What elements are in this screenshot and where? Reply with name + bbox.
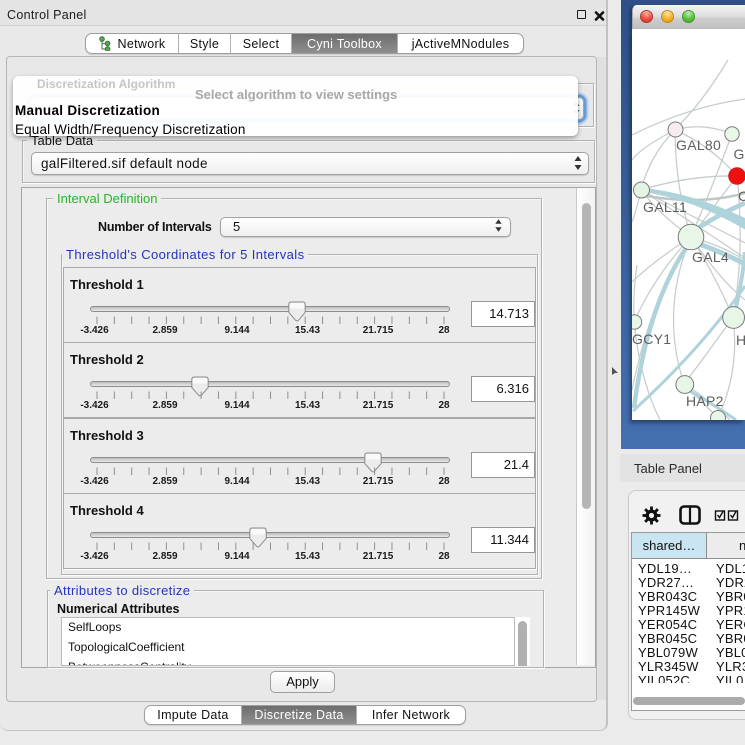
svg-text:GAL80: GAL80: [676, 137, 721, 153]
svg-text:GA: GA: [734, 146, 745, 162]
svg-text:GCY1: GCY1: [632, 331, 671, 347]
svg-text:HAP2: HAP2: [686, 393, 724, 409]
svg-text:GAL11: GAL11: [643, 199, 687, 215]
svg-text:H: H: [736, 332, 745, 348]
svg-text:GAL4: GAL4: [692, 249, 729, 265]
svg-text:C: C: [738, 188, 745, 204]
